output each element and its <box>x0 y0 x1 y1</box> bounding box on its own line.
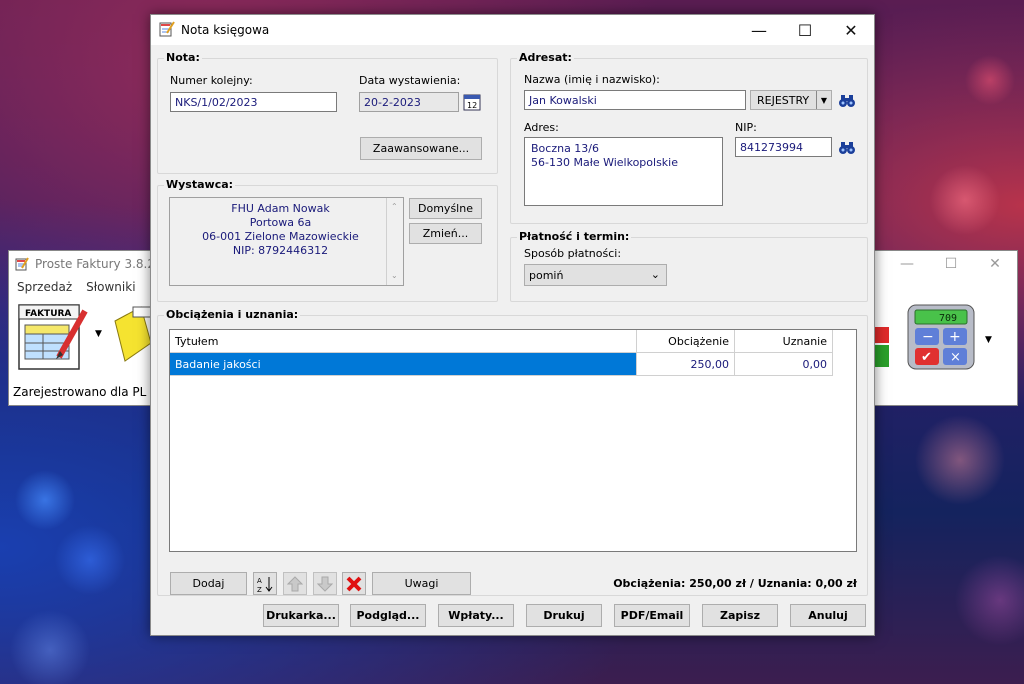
rejestry-label: REJESTRY <box>757 93 810 107</box>
wystawca-line-4: NIP: 8792446312 <box>232 244 329 257</box>
wplaty-button[interactable]: Wpłaty... <box>438 604 514 627</box>
scroll-up-icon[interactable]: ⌃ <box>391 200 398 214</box>
nota-ksiegowa-dialog: Nota księgowa — ☐ ✕ Nota: Numer kolejny:… <box>150 14 875 636</box>
wystawca-scrollbar[interactable]: ⌃ ⌄ <box>386 198 403 285</box>
adresat-group: Adresat: Nazwa (imię i nazwisko): Jan Ko… <box>510 51 868 224</box>
sposob-platnosci-select[interactable]: pomiń ⌄ <box>524 264 667 286</box>
faktura-tool-icon[interactable]: FAKTURA <box>15 301 89 373</box>
minimize-icon[interactable]: — <box>736 15 782 45</box>
zapisz-button[interactable]: Zapisz <box>702 604 778 627</box>
wystawca-line-2: Portowa 6a <box>249 216 312 229</box>
podglad-button[interactable]: Podgląd... <box>350 604 426 627</box>
col-header-tytulem[interactable]: Tytułem <box>170 330 637 353</box>
svg-text:✔: ✔ <box>921 350 932 365</box>
bg-close-icon[interactable]: ✕ <box>973 251 1017 277</box>
calendar-icon[interactable]: 12 <box>462 92 482 112</box>
numer-label: Numer kolejny: <box>170 74 253 87</box>
bg-window-controls: — ☐ ✕ <box>885 251 1017 277</box>
bg-minimize-icon[interactable]: — <box>885 251 929 277</box>
faktura-dropdown-arrow-icon[interactable]: ▼ <box>95 329 102 339</box>
rejestry-dropdown-icon[interactable]: ▼ <box>816 91 831 109</box>
zmien-button[interactable]: Zmień... <box>409 223 482 244</box>
row-credit-cell[interactable]: 0,00 <box>734 352 833 376</box>
sposob-value: pomiń <box>529 268 564 282</box>
nazwa-label: Nazwa (imię i nazwisko): <box>524 73 660 86</box>
delete-icon[interactable] <box>342 572 366 595</box>
sort-az-icon[interactable]: AZ <box>253 572 277 595</box>
adres-label: Adres: <box>524 121 559 134</box>
sposob-label: Sposób płatności: <box>524 247 622 260</box>
scroll-down-icon[interactable]: ⌄ <box>391 269 398 283</box>
domyslne-button[interactable]: Domyślne <box>409 198 482 219</box>
bg-status-text: Zarejestrowano dla PL 87 <box>13 385 166 399</box>
svg-text:×: × <box>950 350 961 365</box>
summary-text: Obciążenia: 250,00 zł / Uznania: 0,00 zł <box>613 577 857 590</box>
adres-line-1: Boczna 13/6 <box>531 142 600 155</box>
obciazenia-group: Obciążenia i uznania: Tytułem Obciążenie… <box>157 308 868 596</box>
nip-input[interactable]: 841273994 <box>735 137 832 157</box>
close-icon[interactable]: ✕ <box>828 15 874 45</box>
app-icon <box>15 257 29 271</box>
adres-textarea[interactable]: Boczna 13/6 56-130 Małe Wielkopolskie <box>524 137 723 206</box>
platnosc-group: Płatność i termin: Sposób płatności: pom… <box>510 230 868 302</box>
svg-text:709: 709 <box>939 313 957 324</box>
bg-menu-slowniki[interactable]: Słowniki <box>86 280 135 294</box>
svg-text:A: A <box>257 577 262 585</box>
wystawca-group-label: Wystawca: <box>164 178 236 191</box>
svg-text:−: − <box>922 329 934 345</box>
numer-input[interactable]: NKS/1/02/2023 <box>170 92 337 112</box>
rejestry-button[interactable]: REJESTRY ▼ <box>750 90 832 110</box>
svg-text:FAKTURA: FAKTURA <box>25 309 71 319</box>
data-input[interactable]: 20-2-2023 <box>359 92 459 112</box>
adres-line-2: 56-130 Małe Wielkopolskie <box>531 156 678 169</box>
wystawca-line-1: FHU Adam Nowak <box>231 202 330 215</box>
wystawca-group: Wystawca: FHU Adam Nowak Portowa 6a 06-0… <box>157 178 498 302</box>
col-header-uznanie[interactable]: Uznanie <box>734 330 833 353</box>
wystawca-address-box: FHU Adam Nowak Portowa 6a 06-001 Zielone… <box>169 197 404 286</box>
wystawca-line-3: 06-001 Zielone Mazowieckie <box>202 230 359 243</box>
nazwa-input[interactable]: Jan Kowalski <box>524 90 746 110</box>
svg-text:Z: Z <box>257 586 262 593</box>
move-down-icon[interactable] <box>313 572 337 595</box>
table-row[interactable]: Badanie jakości 250,00 0,00 <box>170 352 833 376</box>
table-header-row: Tytułem Obciążenie Uznanie <box>170 330 833 353</box>
search-name-binoculars-icon[interactable] <box>836 89 858 111</box>
zaawansowane-button[interactable]: Zaawansowane... <box>360 137 482 160</box>
svg-text:+: + <box>949 329 961 345</box>
calculator-dropdown-arrow-icon[interactable]: ▼ <box>985 335 992 345</box>
obciazenia-grid: Tytułem Obciążenie Uznanie Badanie jakoś… <box>170 330 833 376</box>
row-title-cell[interactable]: Badanie jakości <box>170 352 637 376</box>
dialog-window-controls: — ☐ ✕ <box>736 15 874 45</box>
platnosc-group-label: Płatność i termin: <box>517 230 632 243</box>
pdf-email-button[interactable]: PDF/Email <box>614 604 690 627</box>
nota-group-label: Nota: <box>164 51 202 64</box>
col-header-obciazenie[interactable]: Obciążenie <box>636 330 735 353</box>
chevron-down-icon: ⌄ <box>650 268 660 281</box>
svg-text:12: 12 <box>467 101 477 110</box>
bg-maximize-icon[interactable]: ☐ <box>929 251 973 277</box>
move-up-icon[interactable] <box>283 572 307 595</box>
obciazenia-table: Tytułem Obciążenie Uznanie Badanie jakoś… <box>169 329 857 552</box>
data-label: Data wystawienia: <box>359 74 461 87</box>
obciazenia-group-label: Obciążenia i uznania: <box>164 308 301 321</box>
calculator-tool-icon[interactable]: 709 − + ✔ × <box>905 301 977 373</box>
anuluj-button[interactable]: Anuluj <box>790 604 866 627</box>
nota-group: Nota: Numer kolejny: NKS/1/02/2023 Data … <box>157 51 498 174</box>
drukarka-button[interactable]: Drukarka... <box>263 604 339 627</box>
dodaj-button[interactable]: Dodaj <box>170 572 247 595</box>
search-nip-binoculars-icon[interactable] <box>836 136 858 158</box>
drukuj-button[interactable]: Drukuj <box>526 604 602 627</box>
dialog-app-icon <box>159 20 175 40</box>
nip-label: NIP: <box>735 121 757 134</box>
document-tool-icon[interactable] <box>111 303 152 373</box>
row-charge-cell[interactable]: 250,00 <box>636 352 735 376</box>
dialog-title: Nota księgowa <box>181 23 270 37</box>
maximize-icon[interactable]: ☐ <box>782 15 828 45</box>
dialog-titlebar: Nota księgowa — ☐ ✕ <box>151 15 874 45</box>
uwagi-button[interactable]: Uwagi <box>372 572 471 595</box>
bg-window-title: Proste Faktury 3.8.2 <box>35 257 155 271</box>
bg-menu-sprzedaz[interactable]: Sprzedaż <box>17 280 72 294</box>
adresat-group-label: Adresat: <box>517 51 574 64</box>
